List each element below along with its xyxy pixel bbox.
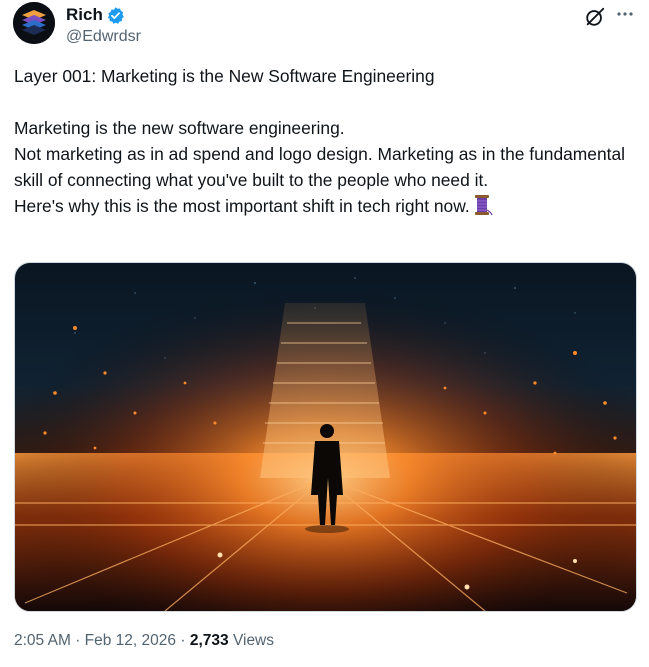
tweet-meta: 2:05 AM · Feb 12, 2026 · 2,733 Views xyxy=(14,631,274,651)
tweet-line-3-wrap: Here's why this is the most important sh… xyxy=(14,193,634,219)
author-handle[interactable]: @Edwrdsr xyxy=(66,27,141,47)
more-options-icon[interactable] xyxy=(614,5,636,23)
thread-spool-icon xyxy=(473,194,493,216)
meta-separator-2: · xyxy=(180,632,186,649)
views-label: Views xyxy=(232,632,275,649)
tweet-media[interactable] xyxy=(14,262,637,612)
tweet-text: Layer 001: Marketing is the New Software… xyxy=(14,63,634,219)
meta-separator: · xyxy=(75,632,81,649)
display-name[interactable]: Rich xyxy=(66,5,103,25)
grok-icon[interactable] xyxy=(584,6,606,28)
tweet-title-line: Layer 001: Marketing is the New Software… xyxy=(14,66,435,86)
tweet-line-1: Marketing is the new software engineerin… xyxy=(14,118,345,138)
author-name-row: Rich xyxy=(66,5,125,25)
views-count: 2,733 xyxy=(189,632,229,649)
avatar[interactable] xyxy=(13,2,55,44)
tweet-line-3: Here's why this is the most important sh… xyxy=(14,196,470,216)
silhouette-figure-code-grid-image xyxy=(15,263,636,611)
avatar-image xyxy=(13,2,55,44)
tweet-line-2: Not marketing as in ad spend and logo de… xyxy=(14,144,625,190)
tweet-time[interactable]: 2:05 AM xyxy=(14,632,71,649)
verified-badge-icon xyxy=(106,6,125,25)
tweet-date[interactable]: Feb 12, 2026 xyxy=(85,632,176,649)
